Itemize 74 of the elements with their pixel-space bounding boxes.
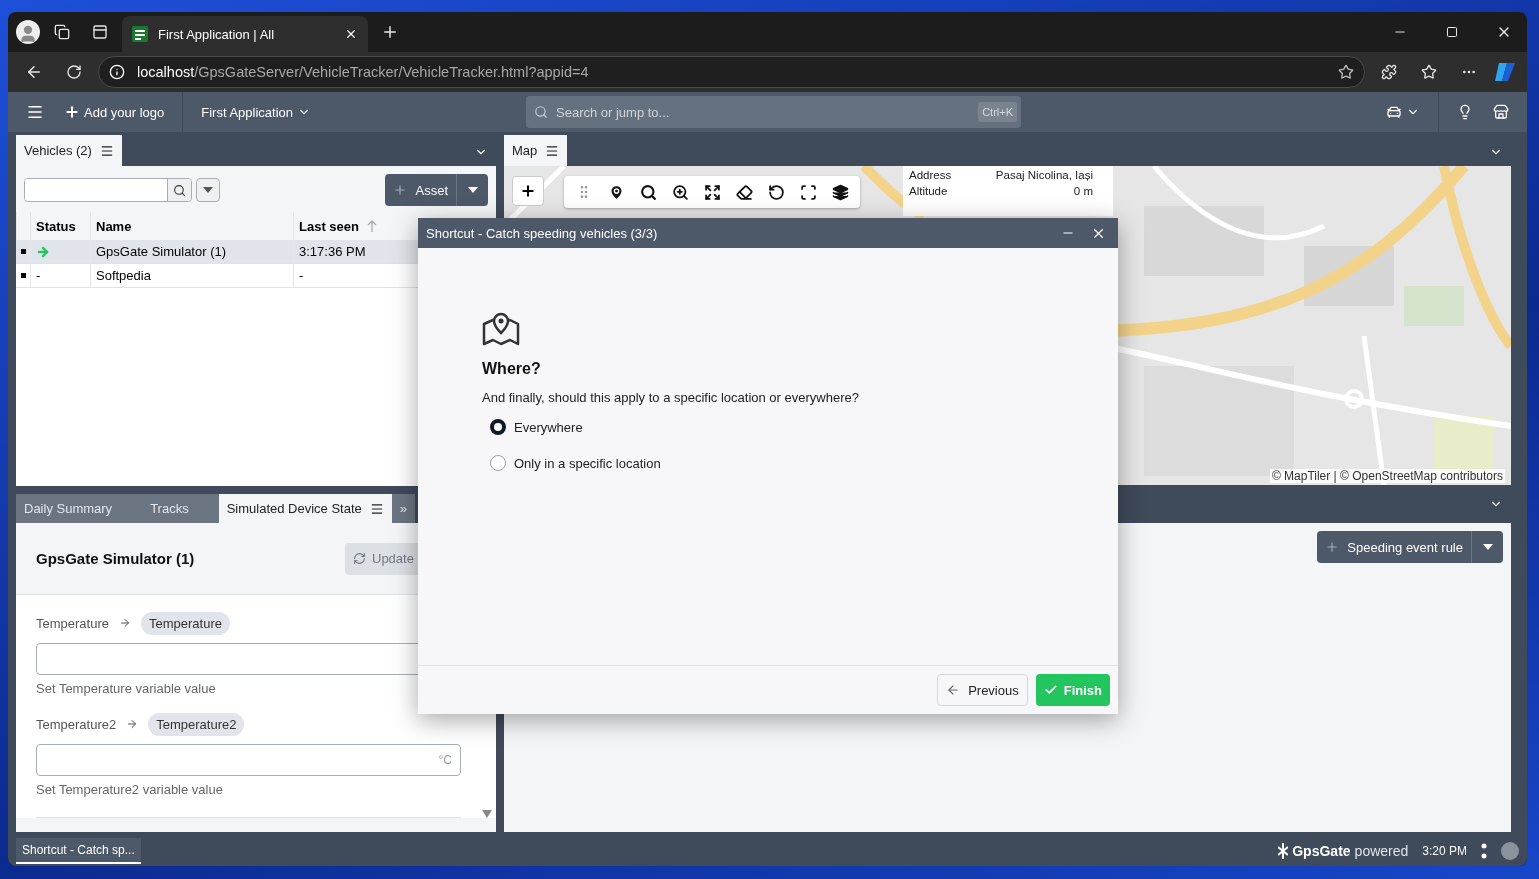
plus-icon [64, 104, 80, 120]
column-header[interactable]: Name [90, 212, 293, 240]
info-value: Pasaj Nicolina, Iași [994, 169, 1093, 181]
field-hint: Set Temperature variable value [36, 681, 217, 696]
radio-label[interactable]: Only in a specific location [514, 455, 661, 471]
status-text: - [36, 268, 41, 283]
device-title: GpsGate Simulator (1) [36, 550, 196, 567]
radio-button[interactable] [490, 419, 506, 435]
dialog-heading: Where? [482, 360, 542, 378]
close-icon[interactable] [344, 27, 358, 41]
info-label: Address [909, 169, 952, 181]
radio-button[interactable] [490, 455, 506, 471]
caret-icon [467, 187, 478, 193]
taskbar-item[interactable]: Shortcut - Catch sp... [16, 838, 141, 864]
url-text: localhost/GpsGateServer/VehicleTracker/VehicleTracker.html?appid=4 [137, 64, 590, 80]
variable-tag: Temperature2 [148, 712, 245, 736]
app-menu[interactable]: First Application [191, 92, 321, 132]
search-icon[interactable] [167, 179, 191, 201]
square-icon [20, 273, 26, 278]
column-header[interactable]: Status [30, 212, 90, 240]
star-icon[interactable] [1338, 64, 1354, 80]
unit-label: °C [438, 753, 452, 767]
profile-avatar[interactable] [16, 20, 40, 44]
info-label: Altitude [909, 185, 949, 197]
menu-icon [545, 143, 560, 158]
copilot-icon[interactable] [1493, 61, 1517, 83]
person-icon [18, 24, 38, 44]
refresh-icon [353, 552, 366, 565]
variable-name: Temperature2 [36, 716, 117, 732]
caret-icon [203, 187, 213, 193]
dropdown-button[interactable] [196, 178, 220, 202]
zoom-in-button[interactable] [512, 176, 544, 206]
variable-tag: Temperature [141, 611, 230, 635]
menu-icon [369, 501, 384, 516]
info-icon[interactable] [109, 64, 125, 80]
check-icon [1043, 683, 1058, 697]
search-input[interactable]: Search or jump to... [554, 98, 973, 126]
table-cell: Softpedia [90, 264, 293, 288]
add-logo-button[interactable]: Add your logo [54, 92, 175, 132]
square-icon [20, 249, 26, 254]
scroll-down-icon[interactable] [482, 810, 492, 818]
brand-name: GpsGate [1292, 843, 1351, 859]
plus-icon [520, 183, 536, 199]
powered-text: powered [1354, 843, 1409, 859]
caret-icon [1482, 544, 1493, 550]
arrow-icon [126, 718, 139, 730]
radio-label[interactable]: Everywhere [514, 419, 583, 435]
car-icon [1386, 104, 1402, 120]
map-pin-icon [482, 312, 520, 346]
variable-name: Temperature [36, 615, 109, 631]
shortcut-hint: Ctrl+K [978, 102, 1017, 122]
plus-icon [393, 183, 408, 197]
panel-tab[interactable]: Map [504, 135, 568, 166]
dialog-question: And finally, should this apply to a specific location or everywhere? [482, 390, 860, 405]
user-avatar[interactable] [1501, 842, 1519, 860]
clock-time: 3:20 PM [1422, 844, 1467, 858]
previous-button[interactable]: Previous [937, 674, 1028, 706]
address-bar[interactable]: localhost/GpsGateServer/VehicleTracker/VehicleTracker.html?appid=4 [98, 56, 1365, 88]
browser-tab[interactable]: First Application | All [122, 16, 368, 52]
brand-logo-icon [1278, 843, 1289, 859]
plus-icon [1325, 540, 1340, 554]
dots-icon[interactable] [1481, 843, 1487, 859]
panel-tab[interactable]: Vehicles (2) [16, 135, 122, 166]
map-attribution: © MapTiler | © OpenStreetMap contributors [1269, 469, 1505, 483]
field-hint: Set Temperature2 variable value [36, 782, 224, 797]
tab-title: First Application | All [158, 26, 276, 42]
info-value: 0 m [1072, 185, 1093, 197]
panel-tab[interactable]: Simulated Device State [218, 494, 392, 523]
table-cell: GpsGate Simulator (1) [90, 240, 293, 264]
filter-field[interactable] [24, 178, 192, 202]
search-icon [534, 105, 548, 119]
app-favicon [132, 26, 148, 42]
arrow-icon [119, 617, 131, 629]
menu-icon [99, 143, 114, 158]
